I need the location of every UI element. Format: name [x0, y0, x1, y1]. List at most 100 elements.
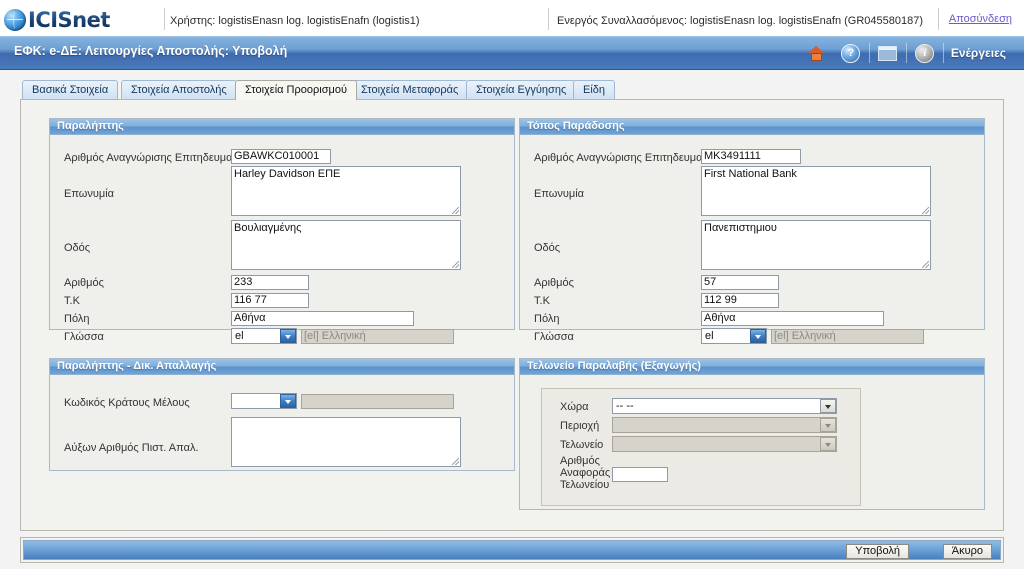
topbar-divider-left [164, 8, 165, 30]
consignee-language-label: Γλώσσα [64, 331, 104, 343]
chevron-down-icon[interactable] [280, 394, 296, 408]
chevron-down-icon[interactable] [750, 329, 766, 343]
consignee-trader-id-input[interactable]: GBAWKC010001 [231, 149, 331, 164]
delivery-language-select[interactable]: el [701, 328, 767, 344]
exemption-member-state-label: Κωδικός Κράτους Μέλους [64, 397, 190, 409]
customs-office-subgroup: Χώρα -- -- Περιοχή Τελωνείο Αριθμός Αναφ… [541, 388, 861, 506]
exemption-certificate-textarea[interactable] [231, 417, 461, 467]
footer-gradient: Υποβολή Άκυρο [23, 540, 1001, 560]
app-logo: ICISnet [4, 7, 154, 33]
resize-grip-icon[interactable] [922, 261, 929, 268]
tab-guarantee-data[interactable]: Στοιχεία Εγγύησης [466, 80, 577, 100]
active-trader-value: logistisEnasn log. logistisEnafn (GR0455… [690, 15, 924, 27]
panel-delivery-place: Τόπος Παράδοσης Αριθμός Αναγνώρισης Επιτ… [519, 118, 985, 344]
delivery-street-label: Οδός [534, 242, 561, 254]
customs-country-value: -- -- [616, 400, 634, 412]
logout-link[interactable]: Αποσύνδεση [949, 13, 1012, 25]
window-button[interactable] [871, 37, 905, 69]
resize-grip-icon[interactable] [452, 261, 459, 268]
delivery-language-code: el [705, 330, 714, 342]
consignee-trader-id-label: Αριθμός Αναγνώρισης Επιτηδευματία [64, 152, 246, 164]
panel-exemption: Παραλήπτης - Δικ. Απαλλαγής Κωδικός Κράτ… [49, 358, 515, 471]
consignee-postcode-label: Τ.Κ [64, 295, 80, 307]
consignee-postcode-input[interactable]: 116 77 [231, 293, 309, 308]
footer-bar: Υποβολή Άκυρο [20, 537, 1004, 563]
delivery-name-value: First National Bank [704, 168, 797, 180]
resize-grip-icon[interactable] [452, 207, 459, 214]
current-user-value: logistisEnasn log. logistisEnafn (logist… [218, 15, 420, 27]
delivery-postcode-input[interactable]: 112 99 [701, 293, 779, 308]
help-button[interactable]: ? [834, 37, 868, 69]
toolbar-divider-3 [942, 43, 944, 63]
customs-reference-label-line-1: Αριθμός [560, 455, 600, 467]
tab-transport-data[interactable]: Στοιχεία Μεταφοράς [351, 80, 469, 100]
customs-office-select[interactable] [612, 436, 837, 452]
delivery-city-label: Πόλη [534, 313, 560, 325]
consignee-name-label: Επωνυμία [64, 188, 115, 200]
customs-country-select[interactable]: -- -- [612, 398, 837, 414]
info-button[interactable]: i [908, 37, 942, 69]
customs-region-label: Περιοχή [560, 420, 600, 432]
customs-reference-label-line-2: Αναφοράς [560, 467, 611, 479]
delivery-city-input[interactable]: Αθήνα [701, 311, 884, 326]
consignee-city-input[interactable]: Αθήνα [231, 311, 414, 326]
page-title: ΕΦΚ: e-ΔΕ: Λειτουργίες Αποστολής: Υποβολ… [14, 44, 288, 58]
help-icon: ? [841, 43, 861, 63]
tab-items[interactable]: Είδη [573, 80, 616, 100]
top-bar: ICISnet Χρήστης: logistisEnasn log. logi… [0, 0, 1024, 36]
customs-region-select[interactable] [612, 417, 837, 433]
actions-menu[interactable]: Ενέργειες [945, 46, 1016, 60]
delivery-name-textarea[interactable]: First National Bank [701, 166, 931, 216]
consignee-number-input[interactable]: 233 [231, 275, 309, 290]
consignee-street-value: Βουλιαγμένης [234, 222, 302, 234]
chevron-down-icon[interactable] [820, 418, 836, 432]
customs-country-label: Χώρα [560, 401, 589, 413]
toolbar-divider-1 [868, 43, 870, 63]
tab-basic-data[interactable]: Βασικά Στοιχεία [22, 80, 119, 100]
panel-exemption-title: Παραλήπτης - Δικ. Απαλλαγής [50, 359, 514, 375]
customs-reference-label-line-3: Τελωνείου [560, 479, 610, 491]
cancel-button[interactable]: Άκυρο [942, 544, 992, 559]
tab-content-panel: Παραλήπτης Αριθμός Αναγνώρισης Επιτηδευμ… [20, 99, 1004, 531]
home-icon [808, 45, 825, 61]
customs-reference-input[interactable] [612, 467, 668, 482]
consignee-street-label: Οδός [64, 242, 91, 254]
info-icon: i [915, 43, 935, 63]
logo-text: ICISnet [28, 8, 110, 32]
consignee-language-select[interactable]: el [231, 328, 297, 344]
topbar-divider-mid [548, 8, 549, 30]
panel-delivery-place-title: Τόπος Παράδοσης [520, 119, 984, 135]
globe-icon [4, 9, 26, 31]
exemption-member-state-select[interactable] [231, 393, 297, 409]
consignee-number-label: Αριθμός [64, 277, 104, 289]
delivery-trader-id-input[interactable]: MK3491111 [701, 149, 801, 164]
consignee-street-textarea[interactable]: Βουλιαγμένης [231, 220, 461, 270]
chevron-down-icon[interactable] [280, 329, 296, 343]
resize-grip-icon[interactable] [452, 458, 459, 465]
current-user-label: Χρήστης: [170, 15, 216, 27]
tab-consignment-data[interactable]: Στοιχεία Αποστολής [121, 80, 237, 100]
tab-strip: Βασικά Στοιχεία Στοιχεία Αποστολής Στοιχ… [20, 80, 1006, 100]
delivery-language-label: Γλώσσα [534, 331, 574, 343]
tab-destination-data[interactable]: Στοιχεία Προορισμού [235, 80, 357, 100]
delivery-trader-id-label: Αριθμός Αναγνώρισης Επιτηδευματία [534, 152, 716, 164]
page-title-bar: ΕΦΚ: e-ΔΕ: Λειτουργίες Αποστολής: Υποβολ… [0, 36, 1024, 70]
delivery-name-label: Επωνυμία [534, 188, 585, 200]
exemption-certificate-label: Αύξων Αριθμός Πιστ. Απαλ. [64, 442, 199, 454]
delivery-number-input[interactable]: 57 [701, 275, 779, 290]
home-button[interactable] [800, 37, 834, 69]
panel-customs-office-title: Τελωνείο Παραλαβής (Εξαγωγής) [520, 359, 984, 375]
chevron-down-icon[interactable] [820, 437, 836, 451]
consignee-language-code: el [235, 330, 244, 342]
topbar-divider-right [938, 8, 939, 30]
delivery-street-textarea[interactable]: Πανεπιστημιου [701, 220, 931, 270]
resize-grip-icon[interactable] [922, 207, 929, 214]
chevron-down-icon[interactable] [820, 399, 836, 413]
panel-consignee-title: Παραλήπτης [50, 119, 514, 135]
customs-office-label: Τελωνείο [560, 439, 604, 451]
consignee-language-description: [el] Ελληνική [301, 329, 454, 344]
delivery-number-label: Αριθμός [534, 277, 574, 289]
consignee-name-textarea[interactable]: Harley Davidson ΕΠΕ [231, 166, 461, 216]
exemption-member-state-description [301, 394, 454, 409]
submit-button[interactable]: Υποβολή [846, 544, 909, 559]
